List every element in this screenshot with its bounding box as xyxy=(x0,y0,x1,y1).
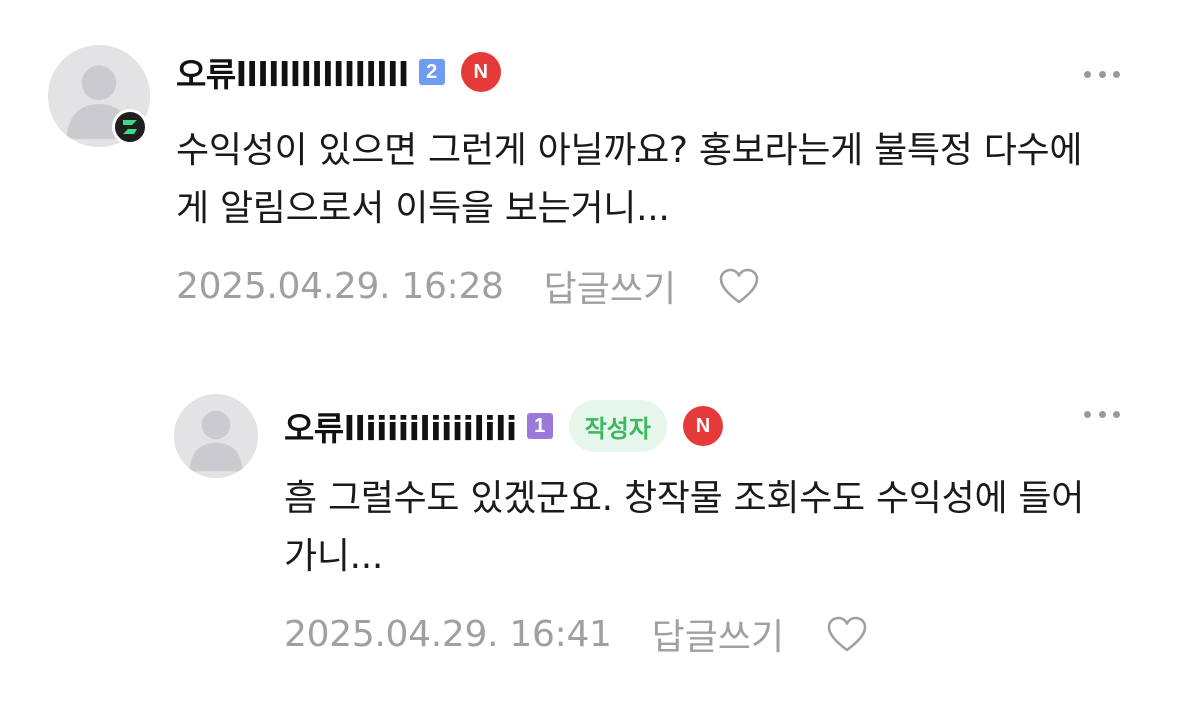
like-button[interactable] xyxy=(718,266,762,306)
avatar[interactable] xyxy=(174,394,258,478)
comment-text: 수익성이 있으면 그런게 아닐까요? 홍보라는게 불특정 다수에게 알림으로서 … xyxy=(176,130,1083,229)
new-badge: N xyxy=(460,52,501,92)
z-logo-icon xyxy=(123,120,137,134)
heart-icon xyxy=(719,268,759,304)
comment-header: 오류lliiiiiliiiilili 1 작성자 N xyxy=(284,400,723,452)
platform-badge xyxy=(112,109,148,145)
level-badge: 2 xyxy=(418,59,445,85)
author-badge: 작성자 xyxy=(568,400,667,452)
more-options-button[interactable] xyxy=(1080,402,1124,426)
nickname[interactable]: 오류llllllllllllllll xyxy=(176,48,409,96)
reply-button[interactable]: 답글쓰기 xyxy=(652,608,784,660)
more-options-button[interactable] xyxy=(1080,62,1124,86)
dot-icon xyxy=(1084,70,1091,78)
like-button[interactable] xyxy=(826,614,870,654)
dot-icon xyxy=(1084,410,1091,418)
level-badge: 1 xyxy=(526,413,553,439)
nickname[interactable]: 오류lliiiiiliiiilili xyxy=(284,402,517,450)
comment-meta: 2025.04.29. 16:41 답글쓰기 xyxy=(284,610,870,658)
dot-icon xyxy=(1098,410,1106,418)
heart-icon xyxy=(827,616,867,652)
person-silhouette-icon xyxy=(174,394,258,478)
dot-icon xyxy=(1098,70,1106,78)
new-badge: N xyxy=(682,406,723,446)
timestamp: 2025.04.29. 16:28 xyxy=(176,265,504,307)
comment-text: 흠 그럴수도 있겠군요. 창작물 조회수도 수익성에 들어가니... xyxy=(284,478,1085,577)
dot-icon xyxy=(1113,410,1120,418)
comment-meta: 2025.04.29. 16:28 답글쓰기 xyxy=(176,262,762,310)
comment-header: 오류llllllllllllllll 2 N xyxy=(176,52,501,94)
timestamp: 2025.04.29. 16:41 xyxy=(284,613,612,655)
reply-button[interactable]: 답글쓰기 xyxy=(544,260,676,312)
dot-icon xyxy=(1113,70,1120,78)
